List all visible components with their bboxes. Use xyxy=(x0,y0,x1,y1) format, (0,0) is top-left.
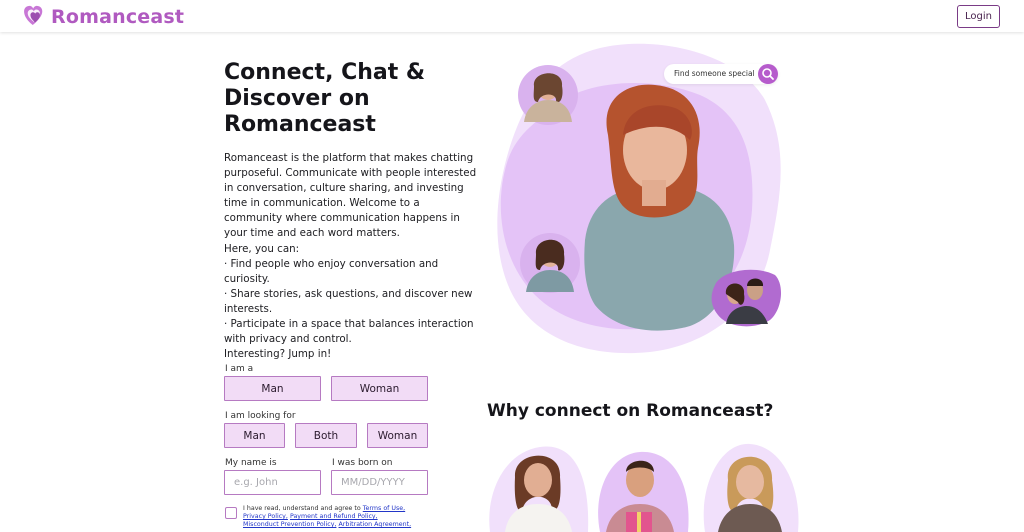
why-portraits xyxy=(489,443,799,532)
intro-bullet: · Participate in a space that balances i… xyxy=(224,318,474,346)
why-section-title: Why connect on Romanceast? xyxy=(487,401,774,421)
intro-text: Romanceast is the platform that makes ch… xyxy=(224,151,480,362)
profile-bubble-woman-selfie xyxy=(518,65,578,125)
looking-for-both-option[interactable]: Both xyxy=(295,423,357,448)
payment-refund-policy-link[interactable]: Payment and Refund Policy, xyxy=(290,513,378,520)
intro-cta: Interesting? Jump in! xyxy=(224,348,332,361)
name-input[interactable]: e.g. John xyxy=(224,470,321,495)
intro-paragraph: Romanceast is the platform that makes ch… xyxy=(224,152,477,240)
i-am-woman-option[interactable]: Woman xyxy=(331,376,428,401)
hero-illustration xyxy=(497,43,782,354)
top-bar: Romanceast Login xyxy=(0,0,1024,32)
search-icon xyxy=(762,68,774,80)
why-portrait-woman-brunette xyxy=(489,446,589,532)
birthdate-input[interactable]: MM/DD/YYYY xyxy=(331,470,428,495)
arbitration-agreement-link[interactable]: Arbitration Agreement, xyxy=(339,521,412,528)
intro-list-heading: Here, you can: xyxy=(224,242,300,255)
name-label: My name is xyxy=(225,458,277,468)
double-heart-icon xyxy=(24,5,46,29)
why-portrait-man-gift xyxy=(598,451,689,532)
i-am-man-option[interactable]: Man xyxy=(224,376,321,401)
terms-checkbox[interactable] xyxy=(225,507,237,519)
brand-name: Romanceast xyxy=(51,6,185,28)
looking-for-label: I am looking for xyxy=(225,411,296,421)
terms-text: I have read, understand and agree to Ter… xyxy=(243,505,443,529)
profile-bubble-woman-smiling xyxy=(520,233,580,293)
looking-for-man-option[interactable]: Man xyxy=(224,423,285,448)
profile-bubble-couple xyxy=(711,269,782,327)
intro-bullet: · Share stories, ask questions, and disc… xyxy=(224,287,473,315)
search-button[interactable] xyxy=(758,64,778,84)
intro-bullet: · Find people who enjoy conversation and… xyxy=(224,257,439,285)
brand-logo[interactable]: Romanceast xyxy=(24,5,184,29)
hero-title: Connect, Chat & Discover on Romanceast xyxy=(224,60,426,137)
privacy-policy-link[interactable]: Privacy Policy, xyxy=(243,513,288,520)
terms-of-use-link[interactable]: Terms of Use, xyxy=(363,505,405,512)
login-button[interactable]: Login xyxy=(957,5,1000,28)
why-portrait-woman-blonde xyxy=(703,443,799,532)
search-pill-text: Find someone special xyxy=(674,69,755,78)
terms-prefix: I have read, understand and agree to xyxy=(243,505,361,512)
misconduct-policy-link[interactable]: Misconduct Prevention Policy, xyxy=(243,521,336,528)
birthdate-label: I was born on xyxy=(332,458,393,468)
i-am-label: I am a xyxy=(225,364,254,374)
looking-for-woman-option[interactable]: Woman xyxy=(367,423,428,448)
